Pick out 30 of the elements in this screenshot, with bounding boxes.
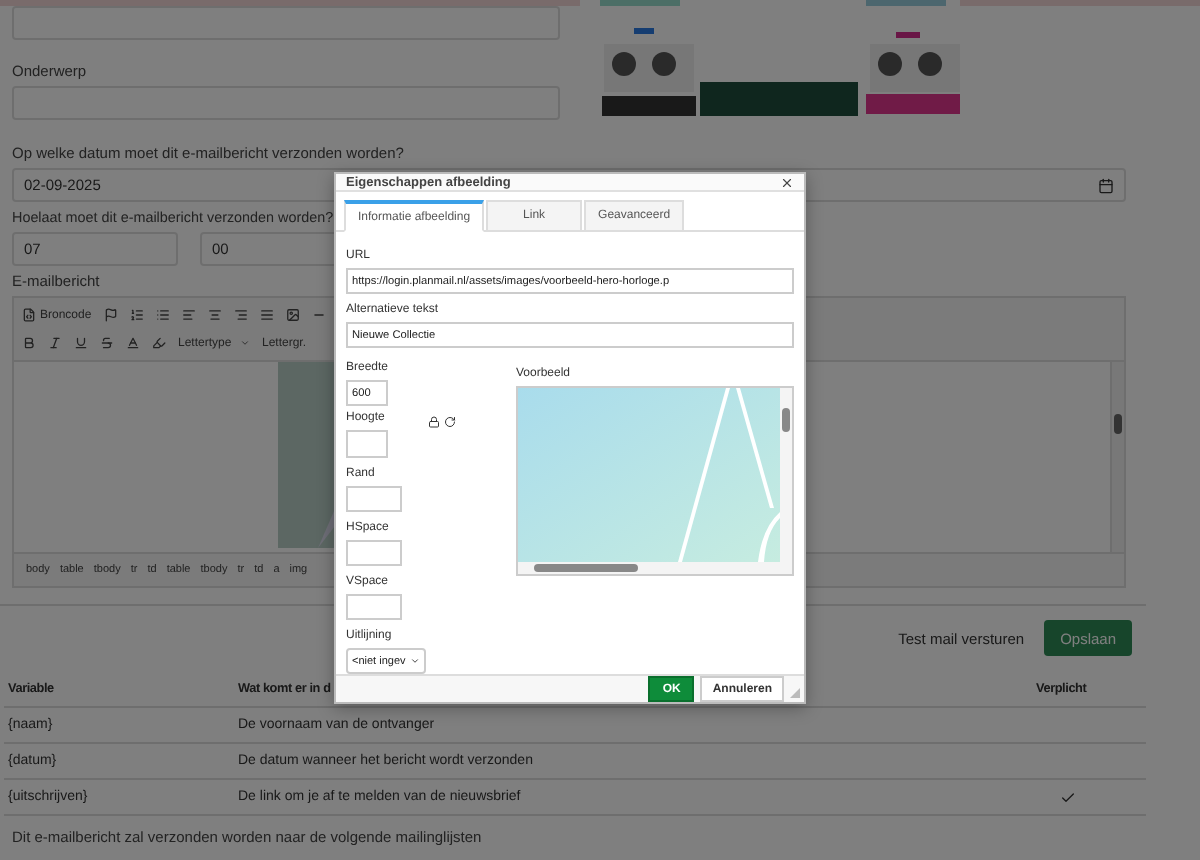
text-color-icon[interactable] [126, 336, 140, 350]
input-field[interactable] [346, 540, 402, 566]
horizontal-line-icon[interactable] [311, 308, 326, 322]
strikethrough-icon[interactable] [100, 336, 114, 350]
italic-icon[interactable] [48, 336, 62, 350]
highlight-icon[interactable] [152, 336, 166, 350]
vertical-scrollbar[interactable] [780, 388, 792, 562]
underline-icon[interactable] [74, 336, 88, 350]
reset-icon[interactable] [444, 415, 457, 427]
input-field[interactable] [346, 594, 402, 620]
image-icon[interactable] [285, 308, 300, 322]
align-right-icon[interactable] [233, 308, 248, 322]
calendar-icon [1098, 177, 1114, 193]
caret-icon [410, 656, 420, 666]
bullet-list-icon[interactable] [155, 308, 170, 322]
resize-grip-icon[interactable] [790, 688, 800, 698]
align-center-icon[interactable] [207, 308, 222, 322]
lock-icon[interactable] [428, 415, 441, 427]
code-file-icon [22, 308, 36, 322]
bold-icon[interactable] [22, 336, 36, 350]
align-justify-icon[interactable] [259, 308, 274, 322]
input-field[interactable] [346, 486, 402, 512]
caret-icon [240, 338, 250, 348]
flag-icon[interactable] [103, 308, 118, 322]
horizontal-scrollbar[interactable] [518, 562, 792, 574]
close-button[interactable] [780, 175, 794, 189]
input-field[interactable] [346, 430, 388, 458]
align-left-icon[interactable] [181, 308, 196, 322]
vertical-scrollbar[interactable] [1110, 362, 1124, 552]
numbered-list-icon[interactable] [129, 308, 144, 322]
